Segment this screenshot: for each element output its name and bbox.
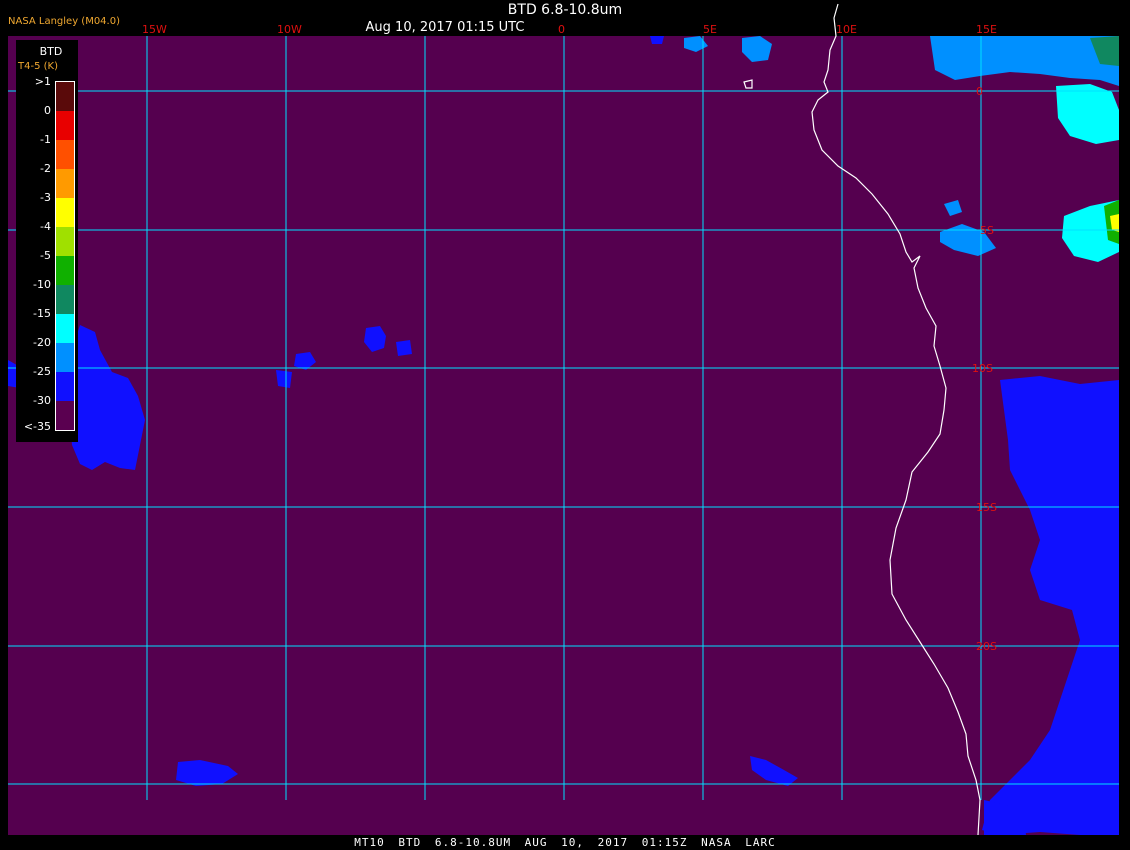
legend-label: -1 [40,133,51,146]
legend-label: -2 [40,162,51,175]
legend-label: -25 [33,365,51,378]
legend-colorbar-frame [55,81,75,431]
provider-label: NASA Langley (M04.0) [8,16,120,27]
legend-title: BTD [39,45,63,58]
cloud-patch-top-3 [650,36,664,44]
legend-label: -5 [40,249,51,262]
cloud-patch-central-4 [396,340,412,356]
cloud-patch-central-3 [276,370,292,388]
lat-label-5s: 5S [980,224,994,237]
legend-label: >1 [34,75,51,88]
legend-label: -15 [33,307,51,320]
legend-label: <-35 [23,420,51,433]
footer-caption: MT10 BTD 6.8-10.8UM AUG 10, 2017 01:15Z … [354,836,776,849]
legend-label: -4 [40,220,51,233]
lat-label-20s: 20S [976,640,997,653]
legend-label: -10 [33,278,51,291]
image-title: BTD 6.8-10.8um [507,2,623,18]
legend-label: -3 [40,191,51,204]
lat-label-15s: 15S [976,501,997,514]
lat-label-10s: 10S [972,362,993,375]
legend-label: -20 [33,336,51,349]
color-legend: BTD T4-5 (K) >1 0 -1 -2 -3 -4 -5 -10 -15… [16,40,78,442]
legend-label: -30 [33,394,51,407]
satellite-map: 15W 10W 0 5E 10E 15E 0 5S 10S 15S 20S [8,3,1119,836]
image-timestamp: Aug 10, 2017 01:15 UTC [365,20,525,35]
legend-unit: T4-5 (K) [18,61,58,72]
lon-label-15e: 15E [976,23,997,36]
legend-label: 0 [44,104,51,117]
lat-label-0: 0 [976,85,983,98]
